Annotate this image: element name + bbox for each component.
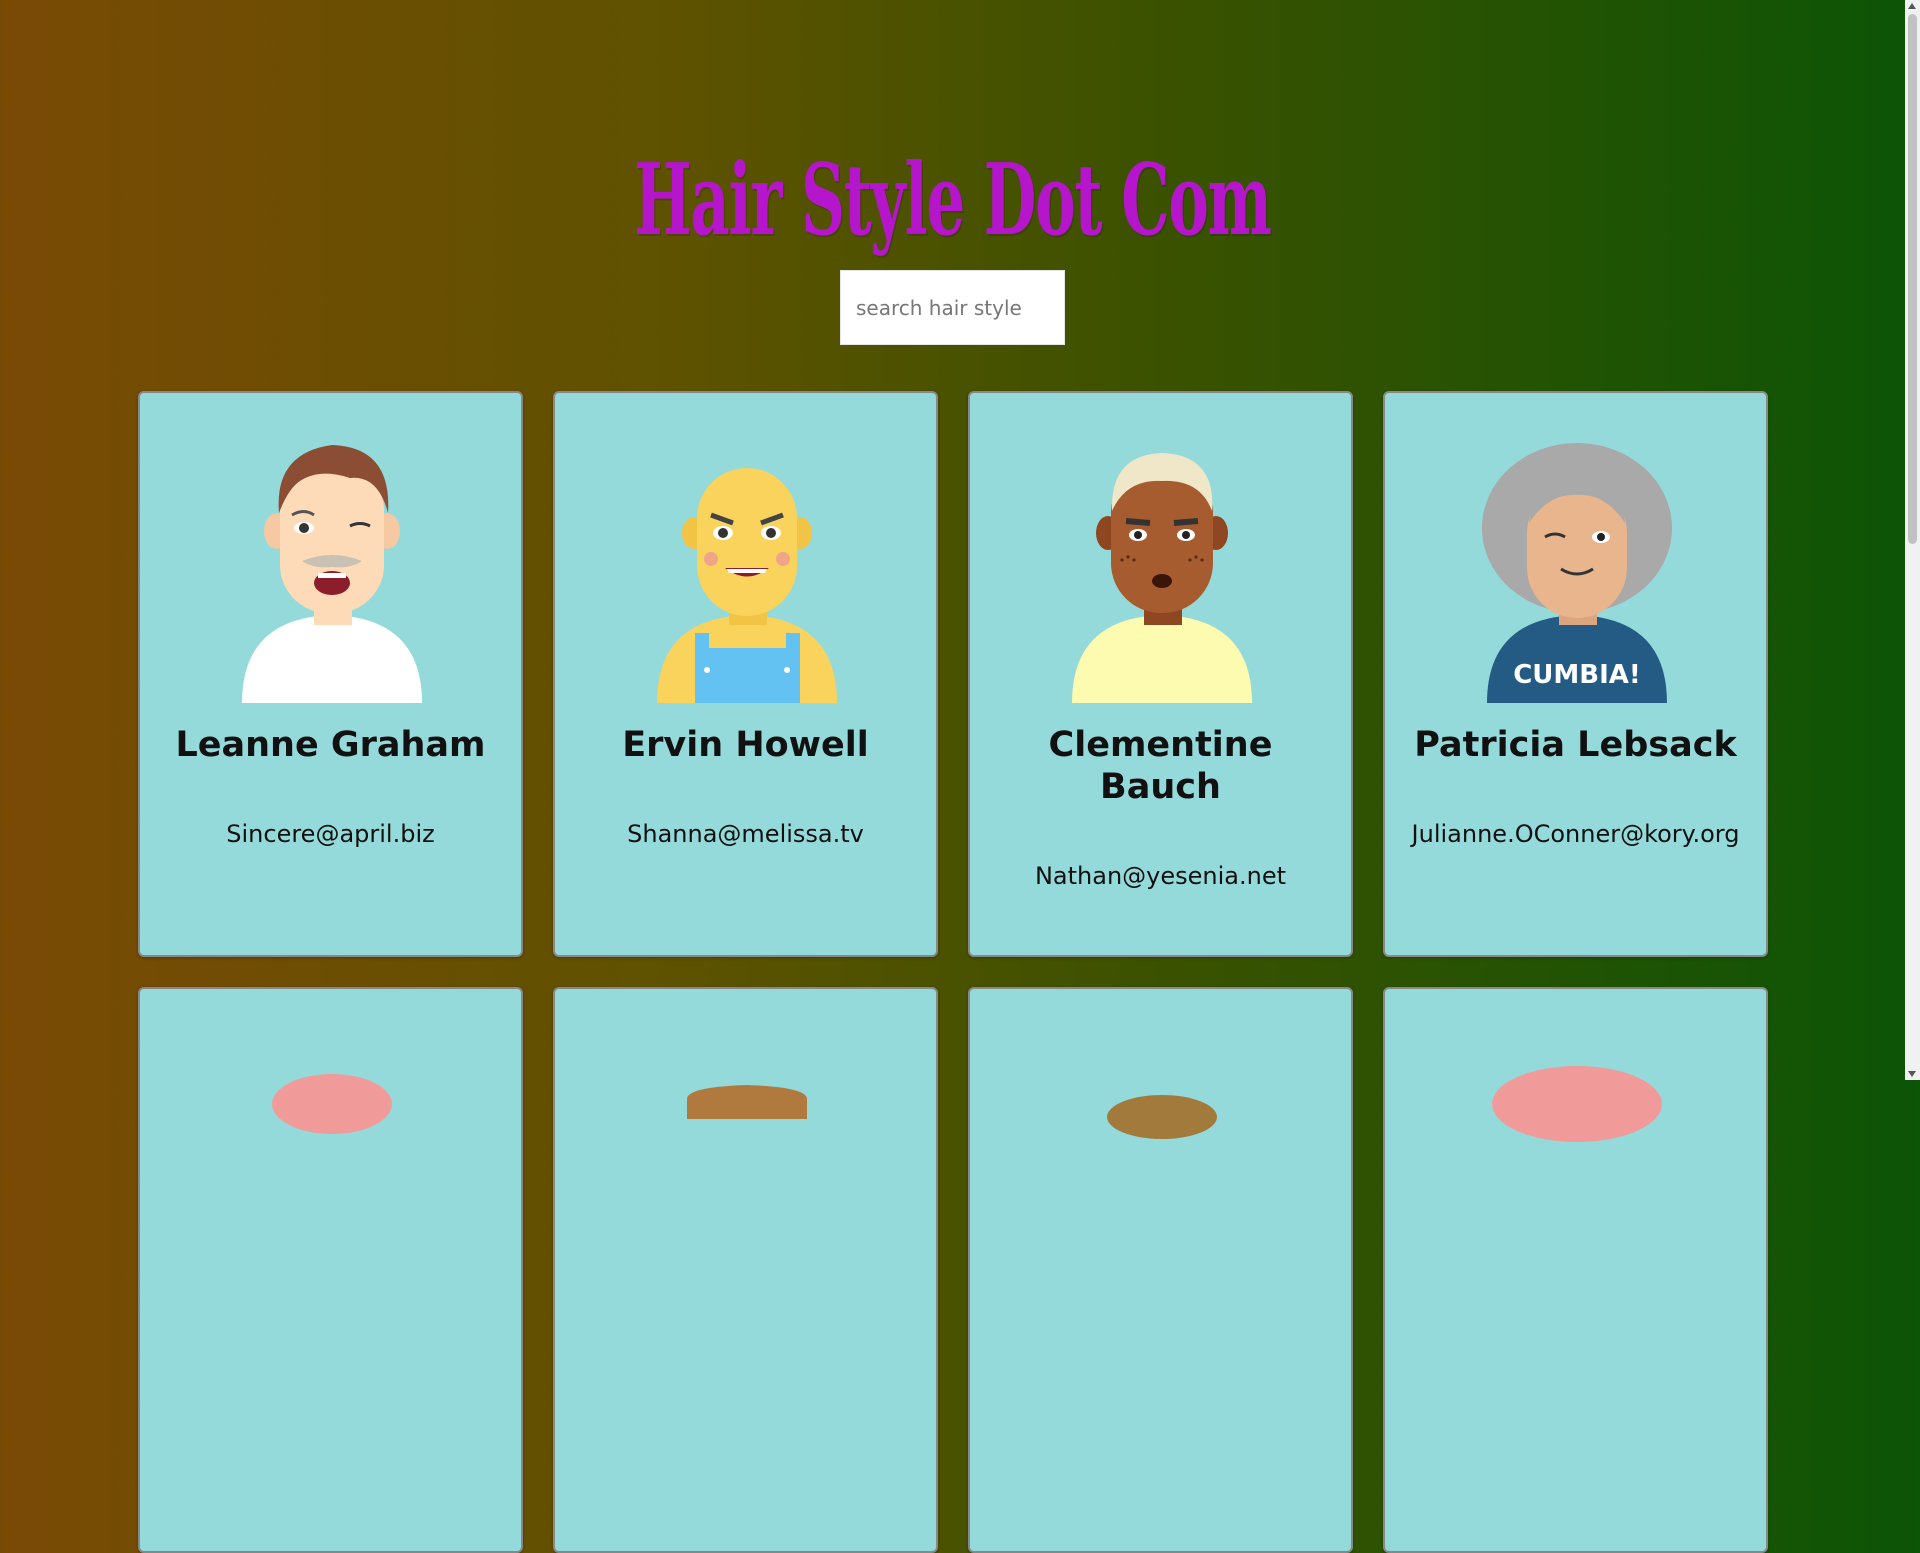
card-name: Leanne Graham [175, 725, 486, 765]
scroll-up-arrow-icon[interactable] [1908, 3, 1916, 9]
site-title: Hair Style Dot Com [634, 142, 1272, 258]
card-name: Ervin Howell [622, 725, 869, 765]
search-input[interactable] [840, 270, 1065, 345]
card-name: Clementine Bauch [1048, 725, 1273, 807]
white-haired-man-avatar-icon [1030, 433, 1295, 703]
brown-hair-avatar-icon [615, 1029, 880, 1299]
user-card[interactable]: Leanne Graham Sincere@april.biz [138, 391, 523, 957]
scroll-down-arrow-icon[interactable] [1908, 1071, 1916, 1077]
scrollbar[interactable] [1905, 0, 1920, 1080]
card-email: Sincere@april.biz [226, 820, 435, 848]
shirt-text: CUMBIA! [1513, 660, 1641, 690]
user-card[interactable] [1383, 987, 1768, 1553]
scroll-thumb[interactable] [1908, 14, 1917, 544]
card-email: Shanna@melissa.tv [627, 820, 864, 848]
woman-grey-hair-avatar-icon: CUMBIA! [1445, 433, 1710, 703]
user-card[interactable] [553, 987, 938, 1553]
user-card[interactable]: Ervin Howell Shanna@melissa.tv [553, 391, 938, 957]
brown-hair-avatar-icon [1030, 1029, 1295, 1299]
bald-man-overalls-avatar-icon [615, 433, 880, 703]
pink-curly-hair-avatar-icon [1445, 1029, 1710, 1299]
user-card[interactable]: CUMBIA! Patricia Lebsack Julianne.OConne… [1383, 391, 1768, 957]
man-avatar-icon [200, 433, 465, 703]
card-email: Nathan@yesenia.net [1034, 862, 1287, 890]
pink-hair-avatar-icon [200, 1029, 465, 1299]
user-card[interactable]: Clementine Bauch Nathan@yesenia.net [968, 391, 1353, 957]
user-card[interactable] [968, 987, 1353, 1553]
card-name: Patricia Lebsack [1414, 725, 1737, 765]
card-email: Julianne.OConner@kory.org [1411, 820, 1740, 848]
user-card[interactable] [138, 987, 523, 1553]
